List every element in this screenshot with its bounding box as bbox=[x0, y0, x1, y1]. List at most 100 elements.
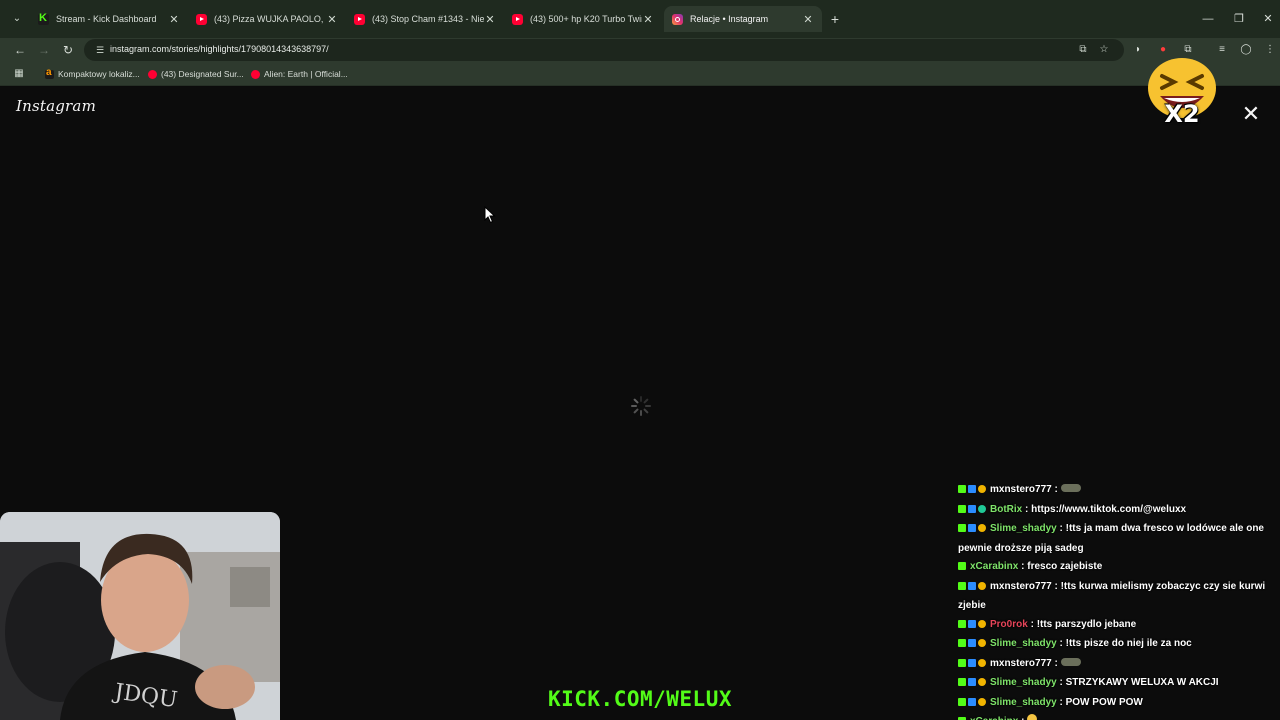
spinner-spoke bbox=[643, 398, 649, 404]
loading-spinner-icon bbox=[630, 395, 652, 417]
youtube-icon bbox=[196, 13, 207, 25]
mod-badge-icon bbox=[968, 581, 976, 590]
kick-badge-icon bbox=[958, 524, 966, 532]
chat-username: BotRix bbox=[990, 503, 1023, 515]
back-button[interactable]: ← bbox=[11, 41, 29, 59]
forward-button[interactable]: → bbox=[35, 41, 53, 59]
chat-username: Slime_shadyy bbox=[990, 638, 1057, 649]
close-tab-icon[interactable]: ✕ bbox=[326, 13, 338, 26]
laughing-emote-icon: X2 bbox=[1146, 54, 1218, 134]
kick-badge-icon bbox=[958, 504, 966, 513]
gun-emote-icon bbox=[1060, 484, 1081, 492]
verified-badge-icon bbox=[978, 504, 986, 513]
tab-youtube-k20[interactable]: (43) 500+ hp K20 Turbo Twingo ✕ bbox=[504, 6, 662, 32]
chat-text: fresco zajebiste bbox=[1027, 561, 1103, 572]
tab-strip: ⌄ Stream - Kick Dashboard ✕ (43) Pizza W… bbox=[0, 0, 1280, 38]
spinner-spoke bbox=[643, 408, 649, 414]
mod-badge-icon bbox=[968, 678, 976, 686]
youtube-icon bbox=[251, 69, 260, 79]
chat-badges bbox=[958, 636, 988, 655]
close-tab-icon[interactable]: ✕ bbox=[802, 13, 814, 26]
sub-badge-icon bbox=[978, 485, 986, 493]
mod-badge-icon bbox=[968, 524, 976, 532]
extension-audio-icon[interactable]: ◗ bbox=[1130, 42, 1146, 58]
mod-badge-icon bbox=[968, 697, 976, 706]
chat-username: xCarabinx bbox=[970, 716, 1018, 720]
chat-message: Slime_shadyy : POW POW POW bbox=[958, 694, 1280, 714]
bookmark-item[interactable]: Kompaktowy lokaliz... bbox=[45, 67, 140, 81]
profile-avatar-icon[interactable]: ◯ bbox=[1238, 42, 1254, 58]
kick-badge-icon bbox=[958, 562, 966, 570]
mouse-cursor-icon bbox=[484, 206, 496, 224]
mod-badge-icon bbox=[968, 658, 976, 667]
close-tab-icon[interactable]: ✕ bbox=[168, 13, 180, 26]
sub-badge-icon bbox=[978, 619, 986, 628]
minimize-button[interactable]: — bbox=[1194, 8, 1222, 30]
url-text: instagram.com/stories/highlights/1790801… bbox=[110, 44, 329, 54]
mod-badge-icon bbox=[968, 504, 976, 513]
youtube-icon bbox=[354, 13, 365, 25]
bookmark-star-icon[interactable]: ☆ bbox=[1097, 43, 1111, 57]
chat-message: Pro0rok : !tts parszydlo jebane bbox=[958, 616, 1280, 636]
tab-title: (43) 500+ hp K20 Turbo Twingo bbox=[530, 14, 642, 24]
chat-text: !tts parszydlo jebane bbox=[1036, 618, 1137, 630]
close-window-button[interactable]: ✕ bbox=[1254, 8, 1280, 30]
spinner-spoke bbox=[631, 405, 637, 407]
mod-badge-icon bbox=[968, 639, 976, 647]
chat-username: Slime_shadyy bbox=[990, 523, 1057, 534]
bookmark-label: Kompaktowy lokaliz... bbox=[58, 69, 140, 79]
sub-badge-icon bbox=[978, 697, 986, 706]
spinner-spoke bbox=[633, 398, 639, 404]
bookmark-label: Alien: Earth | Official... bbox=[264, 69, 348, 79]
tab-title: Relacje • Instagram bbox=[690, 14, 769, 24]
tab-youtube-stop-cham[interactable]: (43) Stop Cham #1343 - Niebez ✕ bbox=[346, 6, 504, 32]
sub-badge-icon bbox=[978, 678, 986, 686]
spinner-spoke bbox=[645, 405, 651, 407]
install-app-icon[interactable]: ⧉ bbox=[1076, 43, 1090, 57]
close-tab-icon[interactable]: ✕ bbox=[484, 13, 496, 26]
kick-badge-icon bbox=[958, 678, 966, 686]
chat-message: Slime_shadyy : !tts ja mam dwa fresco w … bbox=[958, 523, 1264, 554]
kick-channel-banner: KICK.COM/WELUX bbox=[547, 687, 732, 711]
kick-badge-icon bbox=[958, 658, 966, 667]
close-tab-icon[interactable]: ✕ bbox=[642, 13, 654, 26]
chat-message: mxnstero777 : bbox=[958, 481, 1280, 501]
tab-title: (43) Stop Cham #1343 - Niebez bbox=[372, 14, 484, 24]
stream-chat-overlay: mxnstero777 : BotRix : https://www.tikto… bbox=[958, 481, 1280, 720]
sub-badge-icon bbox=[978, 524, 986, 532]
chat-message: BotRix : https://www.tiktok.com/@weluxx bbox=[958, 501, 1280, 521]
spinner-spoke bbox=[633, 408, 639, 414]
bookmark-item[interactable]: (43) Designated Sur... bbox=[148, 67, 244, 81]
chat-badges bbox=[958, 656, 988, 675]
amazon-icon bbox=[45, 67, 54, 79]
new-tab-button[interactable]: + bbox=[828, 10, 842, 28]
apps-grid-icon[interactable]: ▦ bbox=[12, 67, 26, 81]
bookmark-item[interactable]: Alien: Earth | Official... bbox=[251, 67, 348, 81]
browser-menu-icon[interactable]: ⋮ bbox=[1262, 42, 1278, 58]
kick-badge-icon bbox=[958, 485, 966, 493]
tab-kick-dashboard[interactable]: Stream - Kick Dashboard ✕ bbox=[30, 6, 188, 32]
streamer-webcam: JDQU bbox=[0, 512, 280, 720]
tab-title: (43) Pizza WUJKA PAOLO, pizza bbox=[214, 14, 326, 24]
restore-button[interactable]: ❐ bbox=[1225, 8, 1253, 30]
chat-text: POW POW POW bbox=[1065, 696, 1143, 708]
tab-search-icon[interactable]: ⌄ bbox=[8, 10, 26, 28]
chat-message: mxnstero777 : bbox=[958, 655, 1280, 675]
chat-badges bbox=[958, 675, 988, 694]
close-story-button[interactable]: ✕ bbox=[1240, 103, 1262, 125]
chat-badges bbox=[958, 714, 968, 720]
address-bar[interactable]: ☰ instagram.com/stories/highlights/17908… bbox=[84, 39, 1124, 61]
reload-button[interactable]: ↻ bbox=[59, 41, 77, 59]
kick-badge-icon bbox=[958, 581, 966, 590]
tab-instagram[interactable]: Relacje • Instagram ✕ bbox=[664, 6, 822, 32]
chat-message: xCarabinx : fresco zajebiste bbox=[958, 558, 1280, 578]
chat-message: xCarabinx : bbox=[958, 713, 1280, 720]
chat-username: mxnstero777 bbox=[990, 580, 1052, 592]
site-info-icon[interactable]: ☰ bbox=[93, 43, 107, 57]
chat-message: mxnstero777 : !tts kurwa mielismy zobacz… bbox=[958, 580, 1266, 611]
youtube-icon bbox=[512, 13, 523, 25]
bookmarks-bar: ▦ Kompaktowy lokaliz... (43) Designated … bbox=[0, 62, 1280, 86]
instagram-logo[interactable]: Instagram bbox=[16, 97, 96, 115]
mod-badge-icon bbox=[968, 619, 976, 628]
tab-youtube-pizza[interactable]: (43) Pizza WUJKA PAOLO, pizza ✕ bbox=[188, 6, 346, 32]
